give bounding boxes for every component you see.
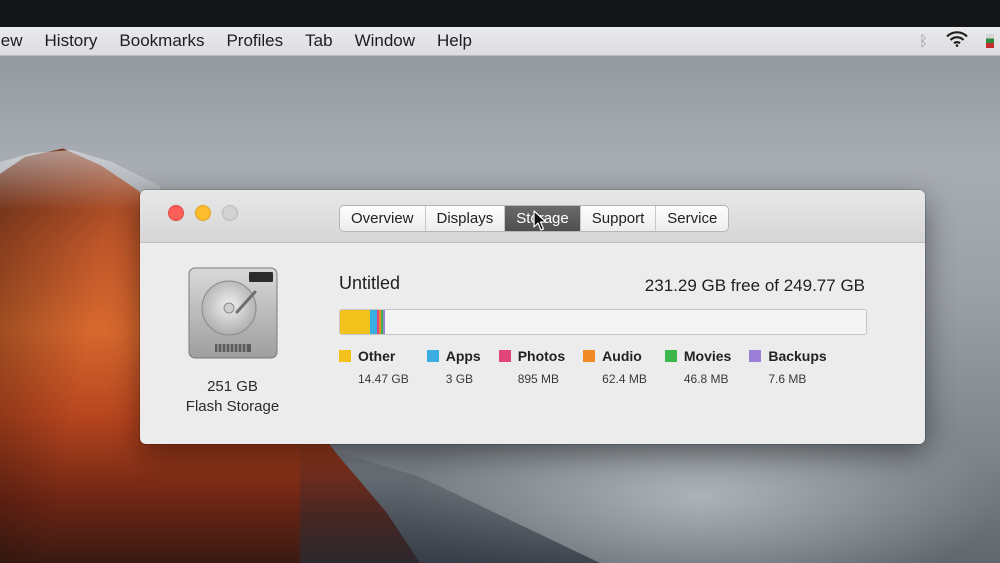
menu-window[interactable]: Window <box>344 31 426 51</box>
legend-swatch <box>583 350 596 362</box>
menu-tab[interactable]: Tab <box>294 31 343 51</box>
legend-item-apps: Apps 3 GB <box>426 348 481 386</box>
input-source-flag-icon[interactable] <box>986 34 994 48</box>
zoom-button[interactable] <box>222 205 238 221</box>
legend-swatch <box>498 350 511 362</box>
storage-usage-bar <box>339 309 867 335</box>
legend-label: Apps <box>445 348 481 364</box>
window-titlebar: Overview Displays Storage Support Servic… <box>140 190 925 243</box>
free-space-text: 231.29 GB free of 249.77 GB <box>644 276 865 295</box>
legend-item-photos: Photos 895 MB <box>498 348 566 386</box>
legend-swatch <box>339 350 351 362</box>
legend-label: Photos <box>517 348 566 364</box>
legend-label: Backups <box>768 348 827 364</box>
legend-item-movies: Movies 46.8 MB <box>664 348 732 386</box>
legend-swatch <box>749 350 762 362</box>
tab-overview[interactable]: Overview <box>340 206 426 231</box>
menu-profiles[interactable]: Profiles <box>215 31 294 51</box>
legend-label: Other <box>358 348 396 364</box>
storage-legend: Other 14.47 GB Apps 3 GB Photos 895 MB Audio 62… <box>339 348 845 386</box>
menu-bookmarks[interactable]: Bookmarks <box>108 31 215 51</box>
storage-bar-segment-other <box>340 310 371 334</box>
menu-help[interactable]: Help <box>426 31 483 51</box>
legend-size: 62.4 MB <box>602 372 647 386</box>
disk-capacity: 251 GB <box>207 378 258 395</box>
volume-name: Untitled <box>339 273 401 293</box>
wifi-icon[interactable] <box>946 30 968 52</box>
legend-size: 895 MB <box>517 372 560 386</box>
storage-bar-segment-backups <box>382 310 385 334</box>
minimize-button[interactable] <box>195 205 211 221</box>
hard-drive-icon <box>188 267 278 359</box>
screen-bezel <box>0 0 1000 28</box>
tab-support[interactable]: Support <box>581 206 657 231</box>
tab-displays[interactable]: Displays <box>426 206 506 231</box>
legend-item-backups: Backups 7.6 MB <box>749 348 827 386</box>
mouse-pointer-icon <box>533 210 547 231</box>
disk-type: Flash Storage <box>185 398 280 415</box>
legend-label: Audio <box>602 348 642 364</box>
legend-size: 7.6 MB <box>768 372 807 386</box>
menu-extras: ᛒ <box>919 27 1000 55</box>
legend-swatch <box>426 350 439 362</box>
legend-item-other: Other 14.47 GB <box>339 348 409 386</box>
legend-label: Movies <box>683 348 732 364</box>
bluetooth-icon[interactable]: ᛒ <box>919 33 928 50</box>
about-this-mac-window: Overview Displays Storage Support Servic… <box>140 190 925 444</box>
legend-size: 14.47 GB <box>358 372 409 386</box>
menu-view[interactable]: iew <box>0 31 34 51</box>
legend-size: 46.8 MB <box>683 372 729 386</box>
menu-history[interactable]: History <box>34 31 109 51</box>
tab-service[interactable]: Service <box>656 206 728 231</box>
menu-bar: iew History Bookmarks Profiles Tab Windo… <box>0 27 1000 56</box>
legend-swatch <box>664 350 677 362</box>
legend-item-audio: Audio 62.4 MB <box>583 348 647 386</box>
close-button[interactable] <box>168 205 184 221</box>
legend-size: 3 GB <box>445 372 474 386</box>
